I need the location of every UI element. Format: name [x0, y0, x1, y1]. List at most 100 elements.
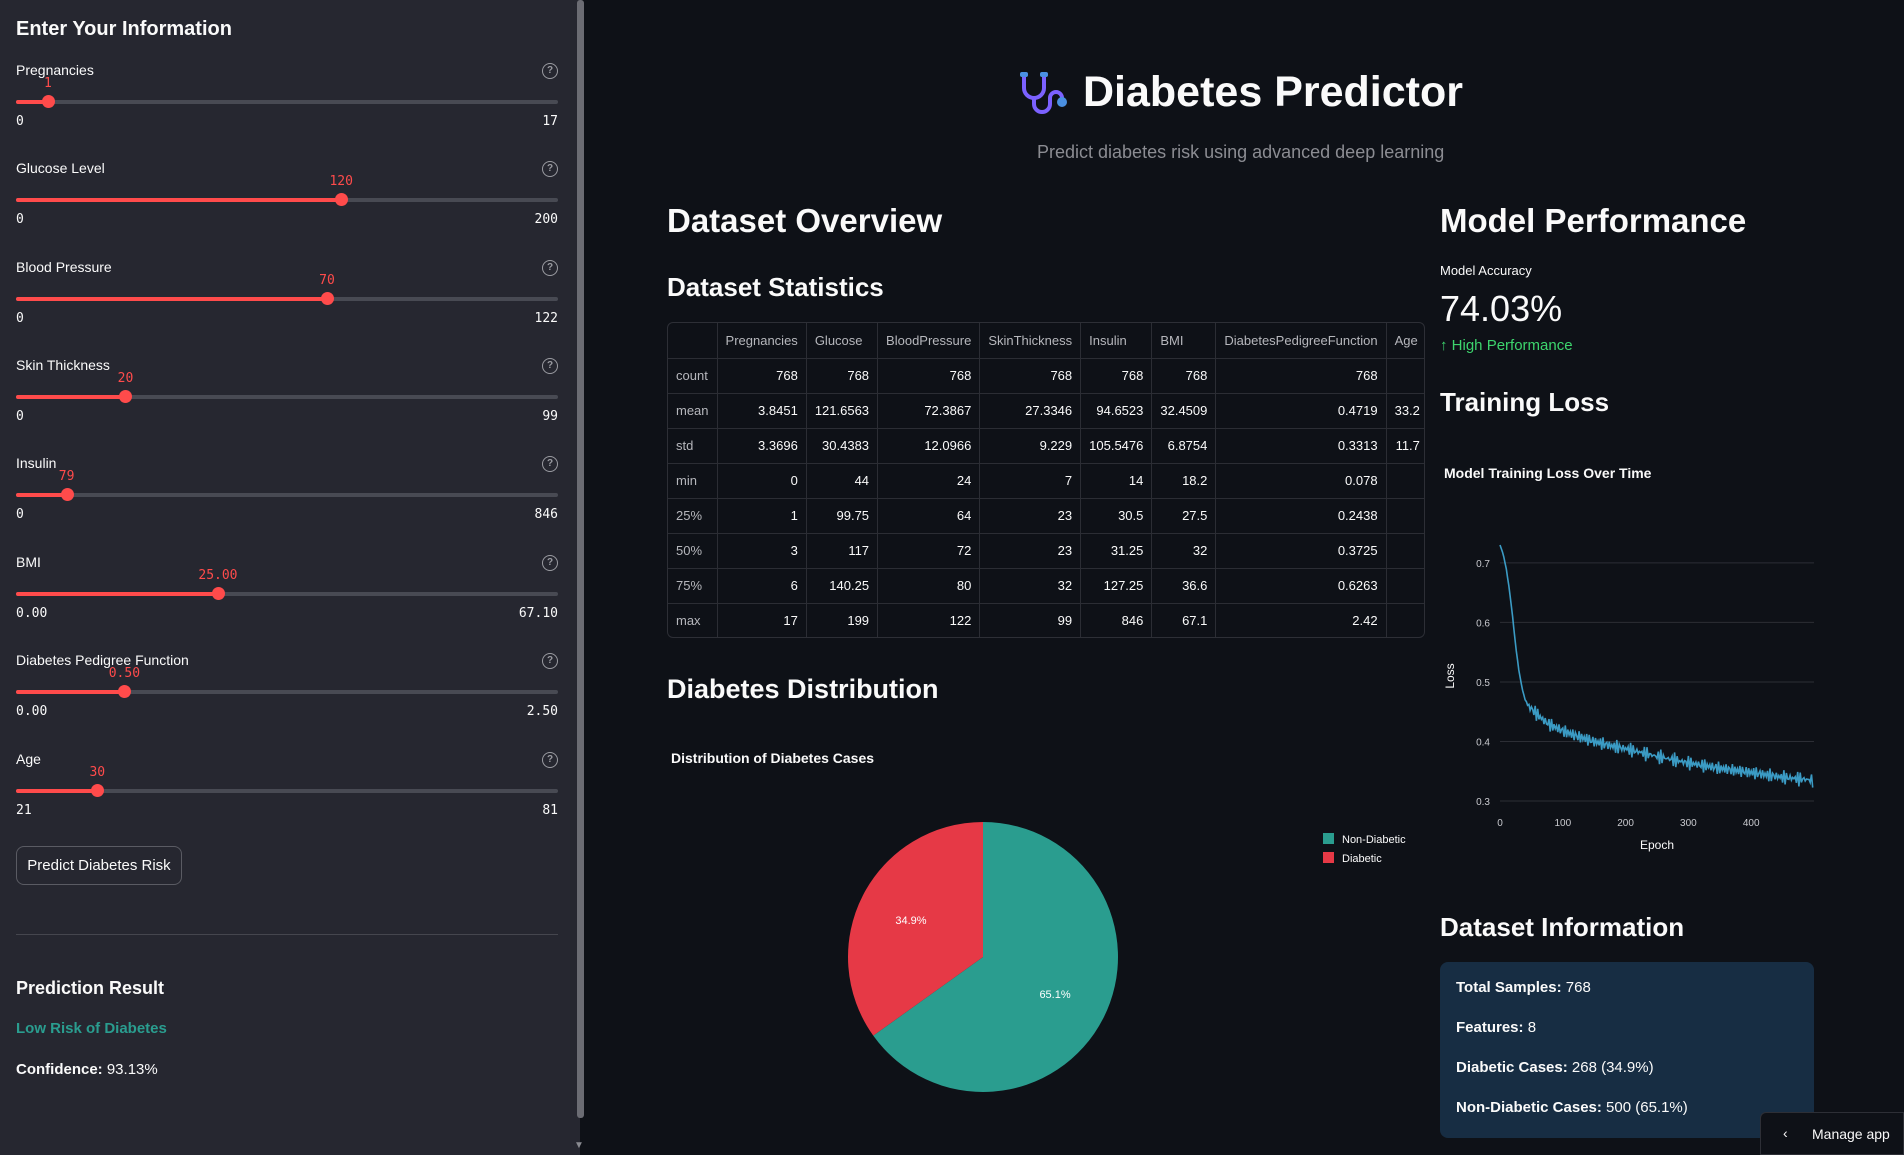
- loss-chart[interactable]: Model Training Loss Over Time 0.3 0.4 0.5 0.…: [1440, 460, 1820, 860]
- slider-thumb[interactable]: [320, 292, 334, 305]
- info-label: Non-Diabetic Cases:: [1456, 1099, 1602, 1116]
- column-header[interactable]: Glucose: [806, 323, 879, 359]
- row-header-cell: 75%: [668, 568, 718, 604]
- slider-value: 79: [58, 469, 75, 484]
- statistics-table[interactable]: Pregnancies Glucose BloodPressure SkinThick…: [667, 322, 1425, 638]
- table-row: max 17 199 122 99 846 67.1 2.42: [668, 603, 1424, 637]
- table-cell: [1386, 603, 1424, 637]
- table-cell: 768: [1151, 358, 1217, 394]
- help-icon[interactable]: ?: [542, 358, 558, 374]
- table-cell: 36.6: [1151, 568, 1217, 604]
- help-icon[interactable]: ?: [542, 456, 558, 472]
- column-header[interactable]: SkinThickness: [979, 323, 1082, 359]
- table-cell: 9.229: [979, 428, 1082, 464]
- slider-track[interactable]: [16, 488, 558, 501]
- manage-app-button[interactable]: ‹ Manage app: [1760, 1112, 1904, 1155]
- table-cell: [1386, 568, 1424, 604]
- slider-pregnancies[interactable]: Pregnancies? 1 0 17: [16, 62, 558, 152]
- help-icon[interactable]: ?: [542, 161, 558, 177]
- table-cell: 32: [979, 568, 1082, 604]
- slider-track[interactable]: [16, 587, 558, 600]
- table-cell: 64: [877, 498, 981, 534]
- column-header[interactable]: Age: [1386, 323, 1424, 359]
- slider-label: Skin Thickness: [16, 357, 110, 373]
- table-cell: [1386, 358, 1424, 394]
- slider-value: 20: [117, 371, 134, 386]
- help-icon[interactable]: ?: [542, 555, 558, 571]
- help-icon[interactable]: ?: [542, 63, 558, 79]
- slider-max: 17: [542, 114, 558, 129]
- slider-min: 0: [16, 114, 24, 129]
- slider-track[interactable]: [16, 95, 558, 108]
- slider-track[interactable]: [16, 390, 558, 403]
- help-icon[interactable]: ?: [542, 752, 558, 768]
- slider-blood-pressure[interactable]: Blood Pressure? 70 0 122: [16, 259, 558, 349]
- slider-value: 70: [319, 273, 335, 288]
- slider-diabetes-pedigree-function[interactable]: Diabetes Pedigree Function? 0.50 0.00 2.50: [16, 652, 558, 742]
- slider-track[interactable]: [16, 292, 558, 305]
- sidebar-scrollbar[interactable]: [577, 0, 584, 1118]
- slider-insulin[interactable]: Insulin? 79 0 846: [16, 455, 558, 545]
- table-cell: 33.2: [1386, 393, 1424, 429]
- slider-bmi[interactable]: BMI? 25.00 0.00 67.10: [16, 554, 558, 644]
- table-cell: 0.2438: [1215, 498, 1387, 534]
- table-cell: 12.0966: [877, 428, 981, 464]
- slider-glucose-level[interactable]: Glucose Level? 120 0 200: [16, 160, 558, 250]
- table-cell: 24: [877, 463, 981, 499]
- table-cell: 27.3346: [979, 393, 1082, 429]
- scroll-down-arrow-icon[interactable]: ▼: [574, 1140, 584, 1151]
- help-icon[interactable]: ?: [542, 260, 558, 276]
- info-value: 500 (65.1%): [1606, 1099, 1688, 1116]
- metric-delta-text: High Performance: [1451, 337, 1573, 354]
- slider-track[interactable]: [16, 685, 558, 698]
- dataset-overview-title: Dataset Overview: [667, 202, 943, 239]
- column-header[interactable]: BloodPressure: [877, 323, 981, 359]
- predict-button[interactable]: Predict Diabetes Risk: [16, 846, 182, 885]
- slider-thumb[interactable]: [41, 95, 55, 108]
- slider-thumb[interactable]: [60, 488, 74, 501]
- slider-max: 2.50: [526, 704, 558, 719]
- divider: [16, 934, 558, 935]
- pie-chart[interactable]: Distribution of Diabetes Cases 65.1% 34.9%…: [667, 745, 1427, 1125]
- model-performance-title: Model Performance: [1440, 202, 1747, 239]
- table-row: count 768 768 768 768 768 768 768: [668, 358, 1424, 394]
- slider-min: 0.00: [16, 704, 48, 719]
- slider-thumb[interactable]: [211, 587, 225, 600]
- column-header[interactable]: DiabetesPedigreeFunction: [1215, 323, 1387, 359]
- column-header[interactable]: BMI: [1151, 323, 1217, 359]
- slider-track[interactable]: [16, 784, 558, 797]
- table-cell: 0.4719: [1215, 393, 1387, 429]
- slider-thumb[interactable]: [335, 193, 349, 206]
- y-tick-label: 0.3: [1476, 797, 1490, 808]
- sidebar: Enter Your Information Pregnancies? 1 0 17 G…: [0, 0, 584, 1155]
- table-cell: 44: [806, 463, 879, 499]
- row-header-cell: mean: [668, 393, 718, 429]
- info-label: Diabetic Cases:: [1456, 1059, 1568, 1076]
- info-value: 768: [1565, 979, 1591, 996]
- table-cell: [1386, 463, 1424, 499]
- slider-thumb[interactable]: [91, 784, 105, 797]
- table-cell: 67.1: [1151, 603, 1217, 637]
- table-cell: 99.75: [806, 498, 879, 534]
- slider-fill: [16, 198, 342, 202]
- legend-item[interactable]: Diabetic: [1342, 853, 1382, 865]
- slider-track[interactable]: [16, 193, 558, 206]
- table-cell: 72.3867: [877, 393, 981, 429]
- column-header[interactable]: Insulin: [1080, 323, 1153, 359]
- loss-series-line[interactable]: [1499, 544, 1814, 788]
- table-cell: 3.3696: [717, 428, 807, 464]
- slider-skin-thickness[interactable]: Skin Thickness? 20 0 99: [16, 357, 558, 447]
- help-icon[interactable]: ?: [542, 653, 558, 669]
- table-cell: 11.7: [1386, 428, 1424, 464]
- column-header[interactable]: [668, 323, 718, 359]
- slider-thumb[interactable]: [119, 390, 133, 403]
- slider-fill: [16, 690, 125, 694]
- table-row: 75% 6 140.25 80 32 127.25 36.6 0.6263: [668, 568, 1424, 604]
- diabetes-distribution-title: Diabetes Distribution: [667, 674, 939, 704]
- table-cell: 117: [806, 533, 879, 569]
- slider-thumb[interactable]: [118, 685, 132, 698]
- column-header[interactable]: Pregnancies: [717, 323, 807, 359]
- legend-item[interactable]: Non-Diabetic: [1342, 834, 1406, 846]
- slider-age[interactable]: Age? 30 21 81: [16, 751, 558, 841]
- slider-min: 0: [16, 409, 24, 424]
